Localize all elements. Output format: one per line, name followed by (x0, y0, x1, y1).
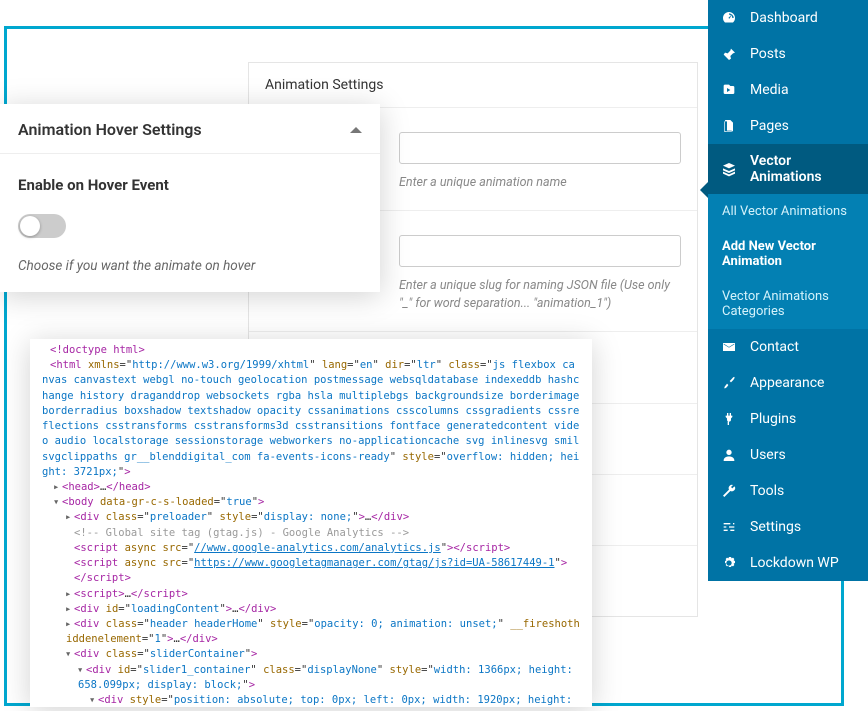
sidebar-item-appearance[interactable]: Appearance (708, 365, 868, 401)
enable-hover-label: Enable on Hover Event (18, 176, 362, 194)
code-line[interactable]: ▸<div class="header headerHome" style="o… (42, 617, 580, 647)
sidebar-item-label: Tools (750, 483, 784, 499)
sidebar-item-vector-animations[interactable]: Vector Animations (708, 144, 868, 194)
sidebar-item-dashboard[interactable]: Dashboard (708, 0, 868, 36)
active-indicator-icon (700, 182, 708, 198)
sidebar-item-label: Pages (750, 118, 789, 134)
code-line[interactable]: <!doctype html> (42, 343, 580, 358)
sidebar-sub-vector-categories[interactable]: Vector Animations Categories (708, 279, 868, 329)
code-line[interactable]: </script> (42, 571, 580, 586)
sidebar-item-label: Plugins (750, 411, 796, 427)
sliders-icon (720, 518, 738, 536)
enable-hover-toggle[interactable] (18, 214, 66, 238)
user-icon (720, 446, 738, 464)
sidebar-item-label: Appearance (750, 375, 824, 391)
sidebar-item-label: Vector Animations (750, 153, 856, 185)
hover-panel-header[interactable]: Animation Hover Settings (0, 104, 380, 153)
sidebar-item-label: Posts (750, 46, 786, 62)
code-line[interactable]: ▾<body data-gr-c-s-loaded="true"> (42, 495, 580, 510)
code-line[interactable]: ▸<script>…</script> (42, 587, 580, 602)
code-line[interactable]: <html xmlns="http://www.w3.org/1999/xhtm… (42, 358, 580, 480)
pages-icon (720, 117, 738, 135)
sidebar-item-plugins[interactable]: Plugins (708, 401, 868, 437)
panel-title: Animation Hover Settings (18, 120, 202, 139)
sidebar-sub-add-new-vector[interactable]: Add New Vector Animation (708, 229, 868, 279)
expand-arrow-icon[interactable]: ▸ (53, 480, 62, 495)
wrench-icon (720, 482, 738, 500)
mail-icon (720, 338, 738, 356)
expand-arrow-icon[interactable]: ▸ (65, 587, 74, 602)
sidebar-item-settings[interactable]: Settings (708, 509, 868, 545)
pin-icon (720, 45, 738, 63)
code-line[interactable]: ▾<div class="sliderContainer"> (42, 647, 580, 662)
collapse-icon (350, 127, 362, 133)
sidebar-item-media[interactable]: Media (708, 72, 868, 108)
field-hint: Enter a unique animation name (399, 174, 681, 192)
media-icon (720, 81, 738, 99)
divider (0, 153, 380, 154)
expand-arrow-icon[interactable]: ▸ (65, 617, 74, 632)
animation-slug-input[interactable] (399, 235, 681, 267)
animation-name-input[interactable] (399, 132, 681, 164)
sidebar-sub-all-vector[interactable]: All Vector Animations (708, 194, 868, 229)
admin-sidebar: Dashboard Posts Media Pages Vector Anima… (708, 0, 868, 581)
plug-icon (720, 410, 738, 428)
code-line[interactable]: <!-- Global site tag (gtag.js) - Google … (42, 526, 580, 541)
toggle-knob (20, 216, 40, 236)
expand-arrow-icon[interactable]: ▸ (65, 510, 74, 525)
sidebar-item-contact[interactable]: Contact (708, 329, 868, 365)
brush-icon (720, 374, 738, 392)
sidebar-item-label: Contact (750, 339, 799, 355)
sidebar-item-label: Media (750, 82, 789, 98)
code-line[interactable]: ▸<head>…</head> (42, 480, 580, 495)
gauge-icon (720, 9, 738, 27)
sidebar-item-tools[interactable]: Tools (708, 473, 868, 509)
expand-arrow-icon[interactable]: ▸ (65, 602, 74, 617)
sidebar-item-lockdown[interactable]: Lockdown WP (708, 545, 868, 581)
expand-arrow-icon[interactable]: ▾ (65, 647, 74, 662)
sidebar-item-label: Settings (750, 519, 801, 535)
expand-arrow-icon[interactable]: ▾ (53, 495, 62, 510)
sidebar-item-pages[interactable]: Pages (708, 108, 868, 144)
code-line[interactable]: ▸<div class="preloader" style="display: … (42, 510, 580, 525)
field-hint: Enter a unique slug for naming JSON file… (399, 277, 681, 313)
code-line[interactable]: ▾<div style="position: absolute; top: 0p… (42, 693, 580, 707)
code-line[interactable]: <script async src="https://www.googletag… (42, 556, 580, 571)
sidebar-item-posts[interactable]: Posts (708, 36, 868, 72)
code-line[interactable]: ▾<div id="slider1_container" class="disp… (42, 663, 580, 693)
gear-icon (720, 554, 738, 572)
sidebar-item-users[interactable]: Users (708, 437, 868, 473)
panel-title: Animation Settings (249, 63, 697, 108)
sidebar-item-label: Users (750, 447, 786, 463)
expand-arrow-icon[interactable]: ▾ (89, 693, 98, 707)
code-line[interactable]: <script async src="//www.google-analytic… (42, 541, 580, 556)
sidebar-item-label: Dashboard (750, 10, 818, 26)
code-line[interactable]: ▸<div id="loadingContent">…</div> (42, 602, 580, 617)
devtools-elements-panel[interactable]: <!doctype html><html xmlns="http://www.w… (30, 339, 592, 707)
sidebar-item-label: Lockdown WP (750, 555, 839, 571)
layers-icon (720, 160, 738, 178)
hover-settings-panel: Animation Hover Settings Enable on Hover… (0, 104, 380, 292)
hover-description: Choose if you want the animate on hover (18, 258, 362, 274)
expand-arrow-icon[interactable]: ▾ (77, 663, 86, 678)
